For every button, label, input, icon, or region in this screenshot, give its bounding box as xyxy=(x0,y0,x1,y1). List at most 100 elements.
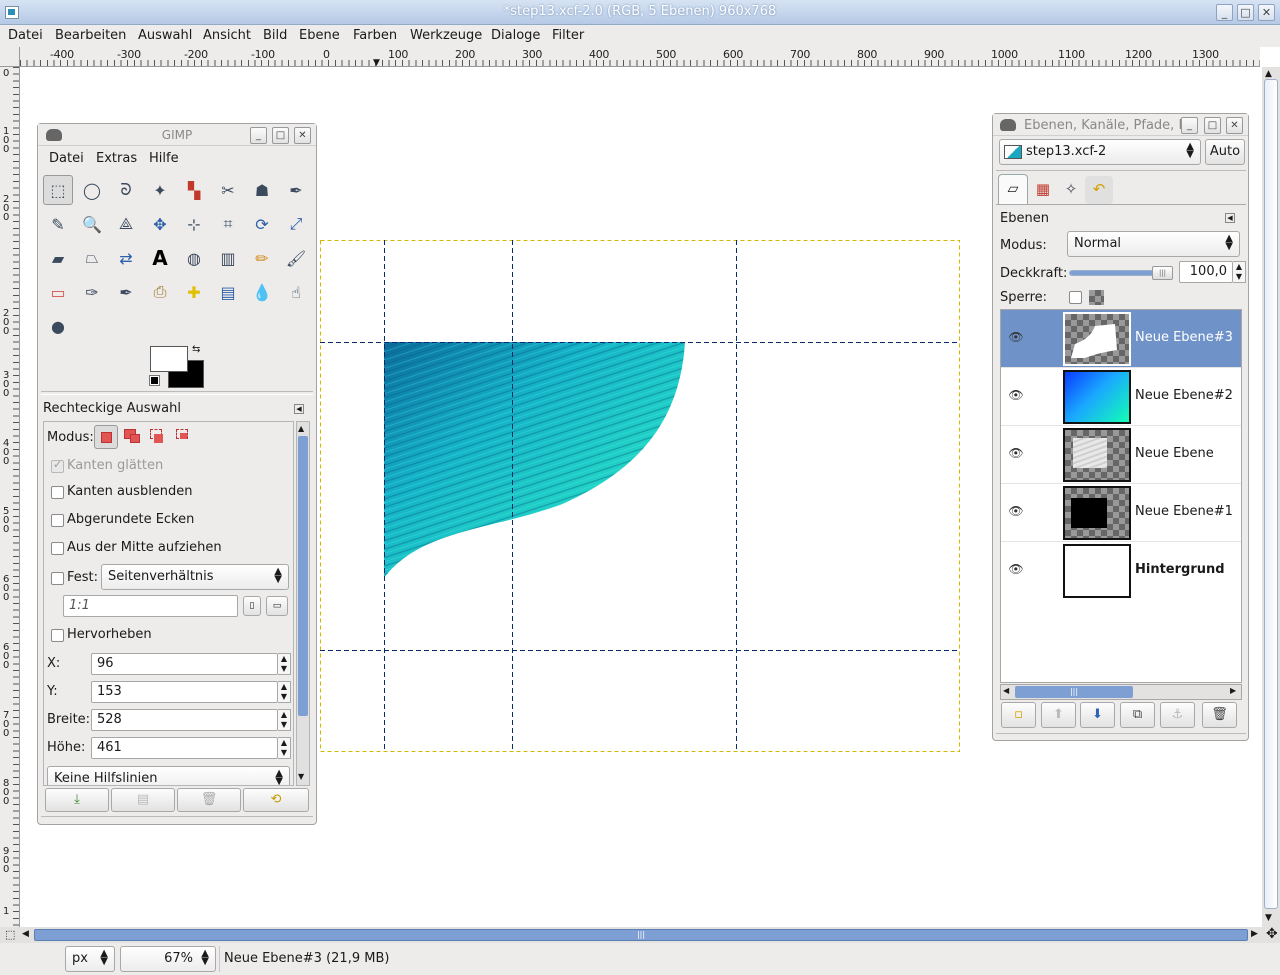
from-center-checkbox[interactable] xyxy=(51,542,64,555)
tool-rotate[interactable]: ⟳ xyxy=(247,209,277,239)
rounded-checkbox[interactable] xyxy=(51,514,64,527)
tool-zoom[interactable]: 🔍 xyxy=(77,209,107,239)
menu-filter[interactable]: Filter xyxy=(552,28,584,43)
menu-dialoge[interactable]: Dialoge xyxy=(491,28,540,43)
layer-row[interactable]: 👁 Neue Ebene#3 xyxy=(1001,310,1241,368)
lower-layer-button[interactable]: ⬇ xyxy=(1080,702,1115,728)
anchor-layer-button[interactable]: ⚓ xyxy=(1160,702,1195,728)
ruler-corner[interactable] xyxy=(0,47,20,67)
tool-paintbrush[interactable]: 🖌 xyxy=(281,243,311,273)
toolbox-menu-datei[interactable]: Datei xyxy=(49,151,84,166)
visibility-eye-icon[interactable]: 👁 xyxy=(1007,330,1025,344)
toolbox-menu-hilfe[interactable]: Hilfe xyxy=(149,151,179,166)
unit-selector[interactable]: px ▲ ▼ xyxy=(65,946,115,972)
layers-maximize-button[interactable]: □ xyxy=(1204,117,1221,134)
tool-color-picker[interactable]: ✎ xyxy=(43,209,73,239)
tool-ink[interactable]: ✒ xyxy=(111,277,141,307)
ratio-input[interactable]: 1:1 xyxy=(63,595,238,617)
layers-hscroll-thumb[interactable]: ||| xyxy=(1015,686,1133,698)
navigate-icon[interactable]: ✥ xyxy=(1266,926,1278,942)
options-scrollbar[interactable]: ▲ ▼ xyxy=(296,421,310,786)
tool-rect-select[interactable]: ⬚ xyxy=(43,175,73,205)
y-spin[interactable]: ▲ ▼ xyxy=(278,681,291,703)
layer-row[interactable]: 👁 Neue Ebene#2 xyxy=(1001,368,1241,426)
default-colors-icon[interactable] xyxy=(149,375,160,386)
visibility-eye-icon[interactable]: 👁 xyxy=(1007,504,1025,518)
lock-pixels-checkbox[interactable] xyxy=(1069,291,1082,304)
swap-colors-icon[interactable]: ⇆ xyxy=(192,344,200,355)
close-button[interactable]: ✕ xyxy=(1258,4,1275,21)
menu-auswahl[interactable]: Auswahl xyxy=(138,28,192,43)
tool-scissors[interactable]: ✂ xyxy=(213,175,243,205)
tool-airbrush[interactable]: ✑ xyxy=(77,277,107,307)
tool-perspective-clone[interactable]: ▤ xyxy=(213,277,243,307)
tool-measure[interactable]: ⟁ xyxy=(111,209,141,239)
visibility-eye-icon[interactable]: 👁 xyxy=(1007,388,1025,402)
delete-options-button[interactable]: 🗑 xyxy=(177,788,241,812)
hscroll-thumb[interactable]: ||| xyxy=(34,929,1248,941)
delete-layer-button[interactable]: 🗑 xyxy=(1202,702,1237,728)
toolbox-menu-extras[interactable]: Extras xyxy=(96,151,137,166)
nav-icon[interactable]: ⬚ xyxy=(5,928,15,941)
tool-pencil[interactable]: ✏ xyxy=(247,243,277,273)
width-spin[interactable]: ▲ ▼ xyxy=(278,709,291,731)
tab-channels[interactable]: ▦ xyxy=(1029,176,1057,204)
mode-replace-button[interactable] xyxy=(94,425,118,449)
tool-ellipse-select[interactable]: ◯ xyxy=(77,175,107,205)
layer-mode-select[interactable]: Normal ▲ ▼ xyxy=(1067,231,1240,257)
tool-shear[interactable]: ▰ xyxy=(43,243,73,273)
opacity-spin[interactable]: ▲ ▼ xyxy=(1233,261,1246,283)
vertical-ruler[interactable]: 0 1 0 0 2 0 0 2 0 0 3 0 0 4 0 0 5 0 0 6 … xyxy=(0,67,20,927)
image-select[interactable]: step13.xcf-2 ▲ ▼ xyxy=(999,139,1201,165)
antialias-checkbox[interactable]: ✓ xyxy=(51,458,64,473)
menu-werkzeuge[interactable]: Werkzeuge xyxy=(410,28,482,43)
options-scroll-thumb[interactable] xyxy=(298,436,308,716)
maximize-button[interactable]: □ xyxy=(1237,4,1254,21)
layers-titlebar[interactable]: Ebenen, Kanäle, Pfade, R _ □ ✕ xyxy=(993,114,1248,136)
y-input[interactable]: 153 xyxy=(91,681,278,703)
tool-blend[interactable]: ▥ xyxy=(213,243,243,273)
layers-minimize-button[interactable]: _ xyxy=(1181,117,1198,134)
tab-undo-history[interactable]: ↶ xyxy=(1085,176,1113,204)
layers-hscrollbar[interactable]: ◀ ||| ▶ xyxy=(1000,684,1242,700)
restore-options-button[interactable]: ▤ xyxy=(111,788,175,812)
tool-text[interactable]: A xyxy=(145,243,175,273)
tool-bucket-fill[interactable]: ◍ xyxy=(179,243,209,273)
landscape-button[interactable]: ▭ xyxy=(266,596,288,616)
layer-row[interactable]: 👁 Neue Ebene xyxy=(1001,426,1241,484)
minimize-button[interactable]: _ xyxy=(1216,4,1233,21)
raise-layer-button[interactable]: ⬆ xyxy=(1041,702,1076,728)
lock-alpha-icon[interactable] xyxy=(1089,290,1104,305)
layer-row[interactable]: 👁 Hintergrund xyxy=(1001,542,1241,600)
tool-move[interactable]: ✥ xyxy=(145,209,175,239)
tool-align[interactable]: ⊹ xyxy=(179,209,209,239)
auto-button[interactable]: Auto xyxy=(1205,139,1245,165)
layer-row[interactable]: 👁 Neue Ebene#1 xyxy=(1001,484,1241,542)
tool-color-select[interactable]: ▚ xyxy=(179,175,209,205)
tool-perspective[interactable]: ⏢ xyxy=(77,243,107,273)
tool-paths[interactable]: ✒ xyxy=(281,175,311,205)
fixed-checkbox[interactable] xyxy=(51,572,64,585)
menu-bearbeiten[interactable]: Bearbeiten xyxy=(55,28,126,43)
configure-icon[interactable]: ◀ xyxy=(1225,213,1235,223)
window-titlebar[interactable]: *step13.xcf-2.0 (RGB, 5 Ebenen) 960x768 … xyxy=(0,0,1280,25)
tool-fuzzy-select[interactable]: ✦ xyxy=(145,175,175,205)
tool-free-select[interactable]: ᘐ xyxy=(111,175,141,205)
opacity-handle[interactable]: ||| xyxy=(1152,266,1173,280)
portrait-button[interactable]: ▯ xyxy=(243,596,261,616)
width-input[interactable]: 528 xyxy=(91,709,278,731)
tool-eraser[interactable]: ▭ xyxy=(43,277,73,307)
vscroll-thumb[interactable] xyxy=(1264,79,1278,909)
visibility-eye-icon[interactable]: 👁 xyxy=(1007,562,1025,576)
menu-ansicht[interactable]: Ansicht xyxy=(203,28,251,43)
duplicate-layer-button[interactable]: ⧉ xyxy=(1120,702,1155,728)
guides-select[interactable]: Keine Hilfslinien ▲ ▼ xyxy=(47,766,290,785)
x-spin[interactable]: ▲ ▼ xyxy=(278,653,291,675)
scroll-right-icon[interactable]: ▶ xyxy=(1251,929,1258,939)
tool-crop[interactable]: ⌗ xyxy=(213,209,243,239)
opacity-input[interactable]: 100,0 xyxy=(1179,261,1233,283)
highlight-checkbox[interactable] xyxy=(51,629,64,642)
x-input[interactable]: 96 xyxy=(91,653,278,675)
toolbox-close-button[interactable]: ✕ xyxy=(294,127,311,144)
tab-layers[interactable]: ▱ xyxy=(998,174,1028,204)
